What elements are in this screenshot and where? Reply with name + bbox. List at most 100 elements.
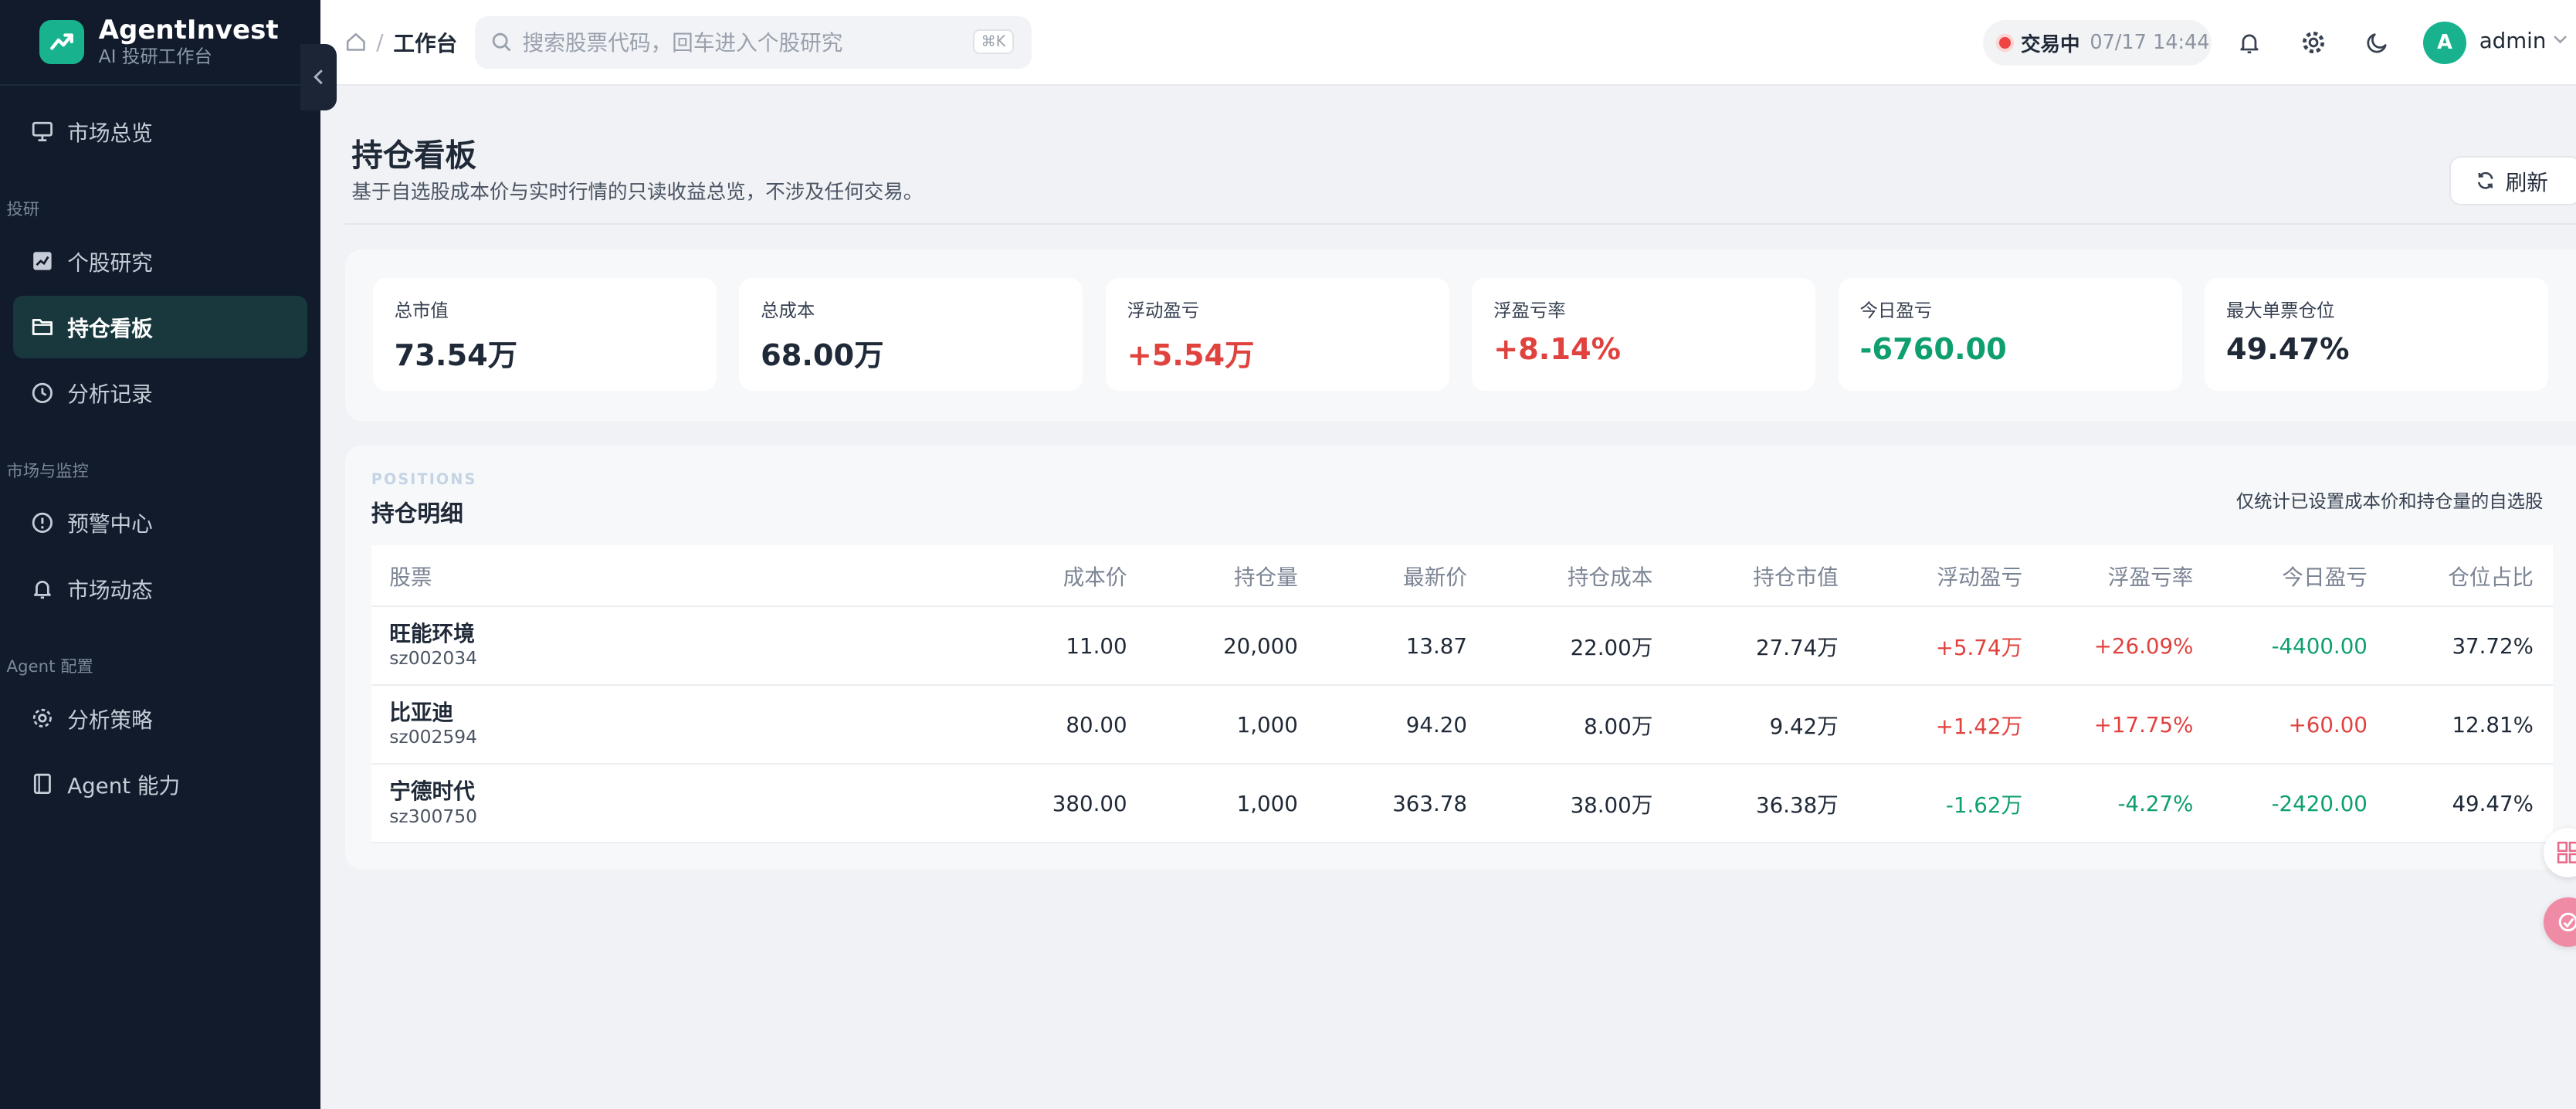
cost-price-cell: 380.00	[995, 764, 1147, 844]
column-header-cost-total[interactable]: 持仓成本	[1486, 545, 1673, 608]
cost-total-cell: 22.00万	[1486, 606, 1673, 687]
refresh-button[interactable]: 刷新	[2449, 156, 2576, 205]
column-header-last-price[interactable]: 最新价	[1317, 545, 1487, 608]
sidebar-item-portfolio[interactable]: 持仓看板	[13, 295, 307, 358]
column-header-cost-price[interactable]: 成本价	[995, 545, 1147, 608]
sidebar-item-agent-capability[interactable]: Agent 能力	[13, 752, 307, 815]
market-status-time: 07/17 14:44	[2090, 31, 2210, 55]
sidebar-item-label: 个股研究	[67, 250, 153, 276]
topbar: / 工作台 ⌘K 交易中 07/17 14:44 A admin	[320, 0, 2576, 86]
sidebar-item-label: 分析记录	[67, 382, 153, 408]
cost-total-cell: 38.00万	[1486, 764, 1673, 844]
floating-assistant-button[interactable]	[2543, 897, 2576, 947]
stock-name: 旺能环境	[389, 621, 475, 647]
stock-cell[interactable]: 旺能环境 sz002034	[371, 606, 996, 687]
alert-circle-icon	[32, 512, 53, 533]
refresh-icon	[2478, 172, 2493, 189]
bell-icon	[2240, 34, 2259, 54]
stat-label: 浮盈亏率	[1493, 299, 1566, 321]
table-row[interactable]: 旺能环境 sz002034 11.00 20,000 13.87 22.00万 …	[371, 606, 2554, 687]
stat-label: 总成本	[761, 299, 815, 321]
quantity-cell: 1,000	[1147, 685, 1318, 765]
folder-icon	[32, 319, 53, 336]
breadcrumb-current[interactable]: 工作台	[393, 26, 457, 57]
page-title: 持仓看板	[351, 137, 476, 175]
section-note: 仅统计已设置成本价和持仓量的自选股	[2235, 490, 2544, 512]
monitor-icon	[32, 122, 53, 142]
float-rate-cell: -4.27%	[2042, 764, 2213, 844]
stock-code: sz002034	[389, 647, 477, 670]
settings-button[interactable]	[2297, 26, 2330, 59]
search-box[interactable]: ⌘K	[474, 16, 1032, 70]
cost-total-cell: 8.00万	[1486, 685, 1673, 765]
chart-icon	[33, 252, 52, 270]
stat-max-weight: 最大单票仓位 49.47%	[2205, 277, 2549, 392]
stat-floating-pnl: 浮动盈亏 +5.54万	[1105, 277, 1449, 392]
search-icon	[492, 33, 511, 52]
assistant-icon	[2558, 912, 2576, 931]
column-header-stock[interactable]: 股票	[371, 545, 996, 608]
avatar[interactable]: A	[2423, 21, 2466, 64]
sidebar-item-stock-research[interactable]: 个股研究	[13, 230, 307, 293]
breadcrumb-separator: /	[376, 29, 384, 55]
column-header-today-pnl[interactable]: 今日盈亏	[2212, 545, 2388, 608]
column-header-quantity[interactable]: 持仓量	[1147, 545, 1318, 608]
sidebar-item-label: 分析策略	[67, 707, 153, 733]
market-value-cell: 27.74万	[1672, 606, 1859, 687]
sidebar-item-market-overview[interactable]: 市场总览	[13, 100, 307, 163]
sidebar-item-strategy[interactable]: 分析策略	[13, 687, 307, 749]
today-pnl-cell: +60.00	[2212, 685, 2388, 765]
last-price-cell: 13.87	[1317, 606, 1487, 687]
status-dot-icon	[1999, 36, 2012, 49]
section-title: 持仓明细	[371, 500, 463, 528]
table-row[interactable]: 比亚迪 sz002594 80.00 1,000 94.20 8.00万 9.4…	[371, 685, 2554, 765]
table-row[interactable]: 宁德时代 sz300750 380.00 1,000 363.78 38.00万…	[371, 764, 2554, 844]
positions-table: 股票 成本价 持仓量 最新价 持仓成本 持仓市值 浮动盈亏 浮盈亏率 今日盈亏 …	[371, 545, 2554, 844]
username[interactable]: admin	[2479, 28, 2547, 53]
stock-code: sz300750	[389, 805, 477, 827]
clock-icon	[32, 382, 53, 403]
stat-today-pnl: 今日盈亏 -6760.00	[1838, 277, 2182, 392]
refresh-label: 刷新	[2505, 170, 2548, 196]
stat-floating-rate: 浮盈亏率 +8.14%	[1472, 277, 1816, 392]
stat-value: 68.00万	[761, 337, 884, 373]
home-icon[interactable]	[345, 31, 367, 53]
chevron-left-icon	[314, 70, 324, 85]
stat-value: 73.54万	[394, 337, 517, 373]
stat-value: -6760.00	[1859, 331, 2007, 367]
sidebar: AgentInvest AI 投研工作台 市场总览 投研 个股研究 持仓看板 分…	[0, 0, 320, 1109]
theme-toggle-button[interactable]	[2361, 26, 2394, 59]
search-input[interactable]	[522, 29, 967, 56]
today-pnl-cell: -2420.00	[2212, 764, 2388, 844]
stock-code: sz002594	[389, 726, 477, 748]
column-header-float-rate[interactable]: 浮盈亏率	[2042, 545, 2213, 608]
nav-group-agent-config: Agent 配置	[6, 656, 93, 677]
stock-cell[interactable]: 比亚迪 sz002594	[371, 685, 996, 765]
positions-card: POSITIONS 持仓明细 仅统计已设置成本价和持仓量的自选股 股票 成本价 …	[344, 445, 2576, 870]
sidebar-item-label: 持仓看板	[67, 316, 153, 342]
column-header-market-value[interactable]: 持仓市值	[1672, 545, 1859, 608]
last-price-cell: 94.20	[1317, 685, 1487, 765]
chevron-down-icon[interactable]	[2553, 35, 2568, 45]
today-pnl-cell: -4400.00	[2212, 606, 2388, 687]
brand[interactable]: AgentInvest AI 投研工作台	[0, 0, 320, 86]
notification-button[interactable]	[2233, 26, 2266, 59]
column-header-float-pnl[interactable]: 浮动盈亏	[1858, 545, 2042, 608]
brand-name: AgentInvest	[98, 15, 279, 46]
stock-cell[interactable]: 宁德时代 sz300750	[371, 764, 996, 844]
column-header-weight[interactable]: 仓位占比	[2387, 545, 2554, 608]
sidebar-item-label: 市场总览	[67, 120, 153, 147]
stat-value: 49.47%	[2226, 331, 2350, 367]
breadcrumb: / 工作台	[345, 26, 457, 57]
float-pnl-cell: +1.42万	[1858, 685, 2042, 765]
float-rate-cell: +26.09%	[2042, 606, 2213, 687]
sidebar-item-market-news[interactable]: 市场动态	[13, 557, 307, 619]
sidebar-item-history[interactable]: 分析记录	[13, 361, 307, 424]
table-header-row: 股票 成本价 持仓量 最新价 持仓成本 持仓市值 浮动盈亏 浮盈亏率 今日盈亏 …	[371, 545, 2554, 608]
sidebar-collapse-button[interactable]	[300, 44, 337, 110]
sidebar-item-alerts[interactable]: 预警中心	[13, 491, 307, 554]
section-eyebrow: POSITIONS	[371, 470, 477, 488]
divider	[344, 223, 2576, 226]
market-value-cell: 9.42万	[1672, 685, 1859, 765]
trend-logo-icon	[39, 19, 84, 65]
